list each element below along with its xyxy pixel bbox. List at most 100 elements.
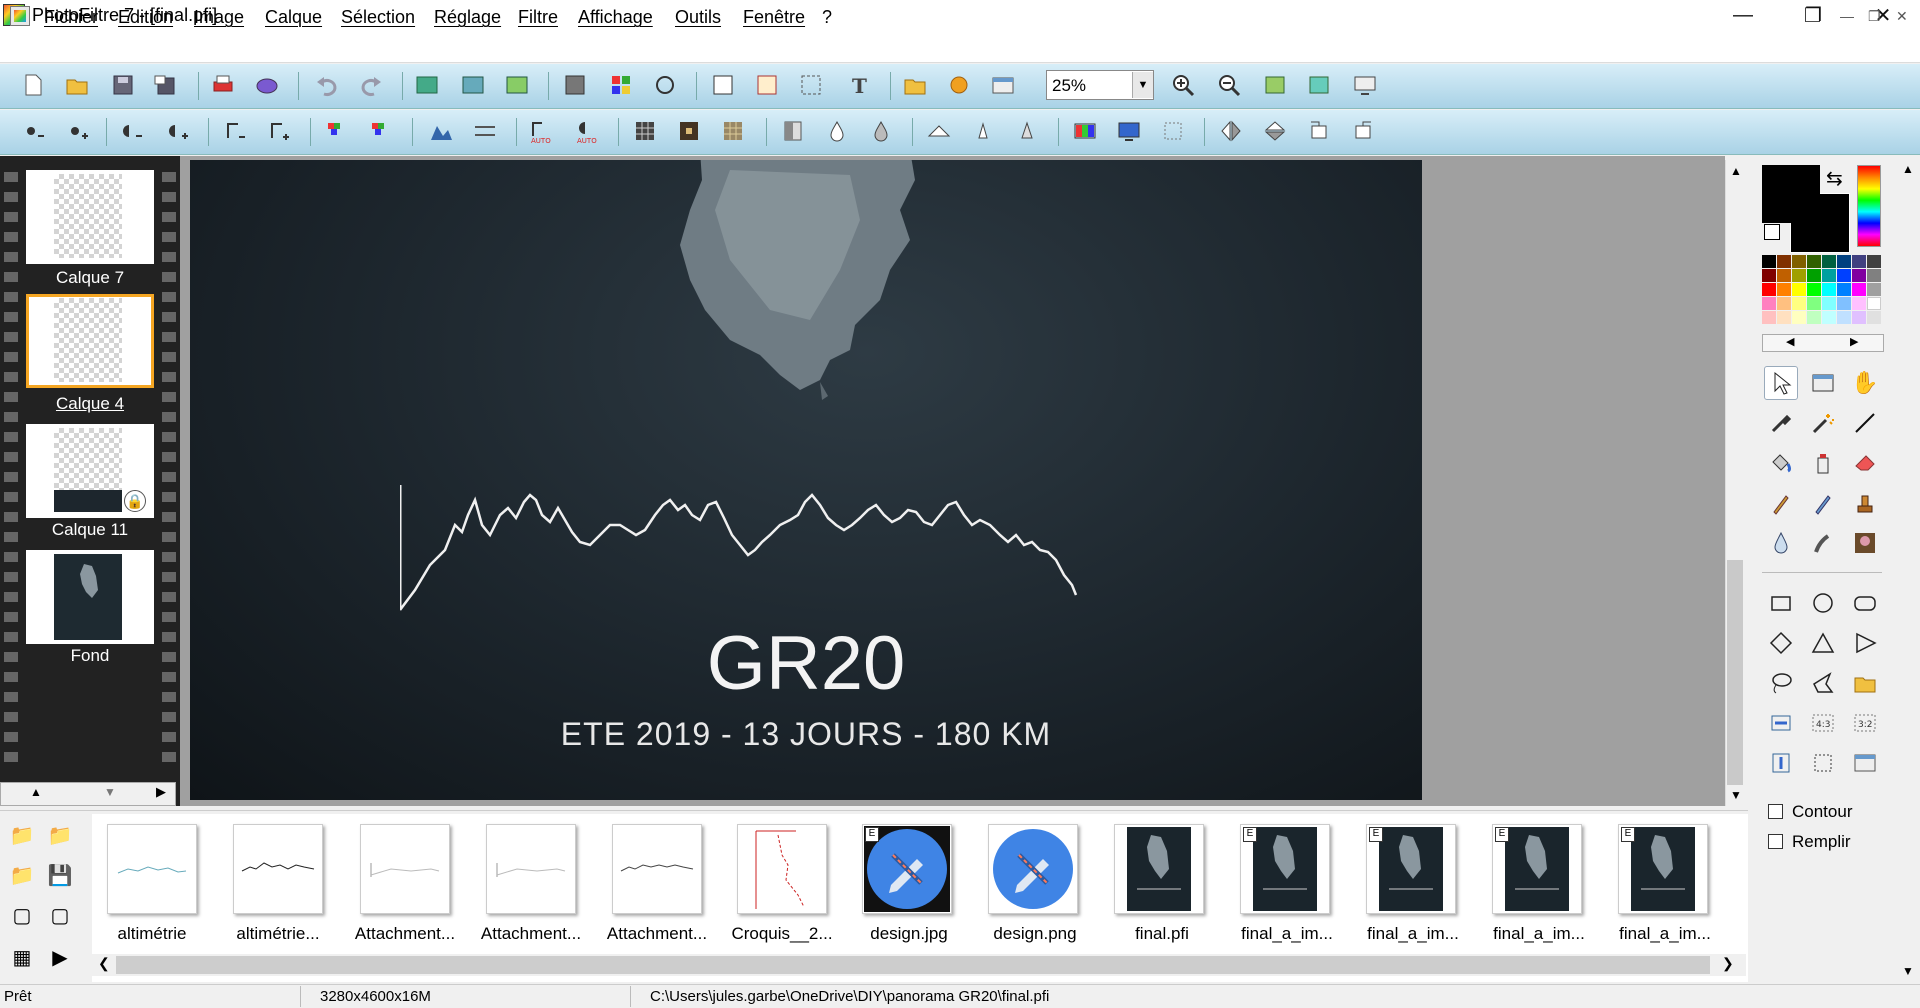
hand-tool-icon[interactable]: ✋ [1848, 366, 1882, 400]
clone-tool-icon[interactable] [1848, 526, 1882, 560]
open-selection-icon[interactable]: 📁 [8, 862, 36, 888]
eyedropper-tool-icon[interactable] [1764, 406, 1798, 440]
window-icon[interactable] [990, 72, 1016, 98]
lasso-icon[interactable] [1764, 666, 1798, 700]
mosaic-icon[interactable] [720, 118, 746, 144]
triangle-shape-icon[interactable] [1806, 626, 1840, 660]
fill-tool-icon[interactable] [1764, 446, 1798, 480]
pointer-tool-icon[interactable] [1764, 366, 1798, 400]
menu-reglage[interactable]: Réglage [434, 7, 501, 28]
color-balance-icon[interactable] [1072, 118, 1098, 144]
sharpen-more-icon[interactable] [970, 118, 996, 144]
undo-icon[interactable] [314, 72, 340, 98]
scroll-down-icon[interactable]: ▼ [1730, 788, 1742, 802]
flip-vertical-icon[interactable] [1262, 118, 1288, 144]
slideshow-icon[interactable]: ▦ [8, 944, 36, 970]
rectangle-shape-icon[interactable] [1764, 586, 1798, 620]
frame-tool-icon[interactable] [1848, 746, 1882, 780]
menu-calque[interactable]: Calque [265, 7, 322, 28]
layer-thumb-fond[interactable] [26, 550, 154, 644]
restore-icon[interactable]: ❐ [1784, 0, 1842, 30]
menu-outils[interactable]: Outils [675, 7, 721, 28]
fit-window-icon[interactable] [1306, 72, 1332, 98]
file-thumb[interactable] [360, 824, 450, 914]
file-thumb[interactable] [988, 824, 1078, 914]
print-icon[interactable] [210, 72, 236, 98]
layers-scrollbar[interactable] [0, 782, 176, 806]
zoom-dropdown-arrow-icon[interactable]: ▼ [1132, 72, 1153, 98]
actual-size-icon[interactable] [1262, 72, 1288, 98]
scroll-down-icon[interactable]: ▼ [1902, 964, 1914, 978]
sharpen-icon[interactable] [926, 118, 952, 144]
levels-icon[interactable] [428, 118, 454, 144]
duplicate-image-icon[interactable] [414, 72, 440, 98]
image-canvas[interactable]: GR20 ETE 2019 - 13 JOURS - 180 KM [190, 160, 1422, 800]
ellipse-shape-icon[interactable] [1806, 586, 1840, 620]
workspace-scroll-thumb[interactable] [1727, 560, 1743, 785]
ratio-4-3-icon[interactable]: 4:3 [1806, 706, 1840, 740]
smudge-tool-icon[interactable] [1806, 526, 1840, 560]
menu-selection[interactable]: Sélection [341, 7, 415, 28]
mdi-minimize-icon[interactable]: — [1840, 8, 1854, 24]
blur-drop-icon[interactable] [824, 118, 850, 144]
file-thumb[interactable]: E [862, 824, 952, 914]
zoom-in-icon[interactable] [1170, 72, 1196, 98]
grid-filter-icon[interactable] [632, 118, 658, 144]
rotate-left-icon[interactable] [1306, 118, 1332, 144]
image-size-icon[interactable] [460, 72, 486, 98]
spray-tool-icon[interactable] [1806, 446, 1840, 480]
auto-contrast-icon[interactable]: AUTO [574, 118, 600, 145]
select-layer-icon[interactable] [710, 72, 736, 98]
rounded-rect-shape-icon[interactable] [1848, 586, 1882, 620]
brightness-minus-icon[interactable] [20, 118, 46, 144]
transform-icon[interactable] [1160, 118, 1186, 144]
redo-icon[interactable] [358, 72, 384, 98]
select-all-icon[interactable]: ▢ [8, 902, 36, 928]
selection-tool-icon[interactable] [1806, 366, 1840, 400]
scroll-up-icon[interactable]: ▲ [30, 785, 42, 799]
palette-prev-icon[interactable]: ◀ [1786, 335, 1794, 348]
selection-width-icon[interactable] [1764, 706, 1798, 740]
save-as-icon[interactable] [152, 72, 178, 98]
menu-image[interactable]: Image [194, 7, 244, 28]
default-colors-icon[interactable] [1764, 224, 1780, 240]
mdi-close-icon[interactable]: ✕ [1896, 8, 1908, 25]
tools-scrollbar[interactable] [1898, 160, 1918, 986]
swap-colors-icon[interactable]: ⇆ [1826, 166, 1843, 191]
zoom-out-icon[interactable] [1216, 72, 1242, 98]
plugin-icon[interactable] [946, 72, 972, 98]
thumbnails-scroll-thumb[interactable] [116, 956, 1710, 974]
brush-tool-icon[interactable] [1764, 486, 1798, 520]
pixelate-icon[interactable] [676, 118, 702, 144]
file-thumb[interactable] [612, 824, 702, 914]
more-arrow-icon[interactable]: ▶ [46, 944, 74, 970]
selection-height-icon[interactable] [1764, 746, 1798, 780]
stamp-tool-icon[interactable] [1848, 486, 1882, 520]
grayscale-icon[interactable] [780, 118, 806, 144]
crop-tool-icon[interactable] [1806, 746, 1840, 780]
scroll-down-icon[interactable]: ▼ [104, 785, 116, 799]
menu-fenetre[interactable]: Fenêtre [743, 7, 805, 28]
layer-options-icon[interactable] [754, 72, 780, 98]
scroll-right-icon[interactable]: ▶ [156, 784, 166, 800]
brightness-plus-icon[interactable] [64, 118, 90, 144]
save-selection-icon[interactable]: 💾 [46, 862, 74, 888]
file-thumb[interactable] [233, 824, 323, 914]
file-thumb[interactable]: E [1366, 824, 1456, 914]
open-folder-icon[interactable] [64, 72, 90, 98]
automation-icon[interactable] [652, 72, 678, 98]
canvas-size-icon[interactable] [504, 72, 530, 98]
scroll-up-icon[interactable]: ▲ [1730, 164, 1742, 178]
foreground-color-swatch[interactable] [1762, 165, 1820, 223]
menu-edition[interactable]: Edition [118, 7, 173, 28]
save-icon[interactable] [110, 72, 136, 98]
crop-selection-icon[interactable] [798, 72, 824, 98]
saturation-minus-icon[interactable] [324, 118, 350, 144]
saturation-plus-icon[interactable] [368, 118, 394, 144]
contour-checkbox[interactable] [1768, 804, 1783, 819]
color-spectrum[interactable] [1857, 165, 1881, 247]
blur-tool-icon[interactable] [1764, 526, 1798, 560]
menu-help[interactable]: ? [822, 7, 832, 28]
sharpen-max-icon[interactable] [1014, 118, 1040, 144]
layer-thumb-calque-7[interactable] [26, 170, 154, 264]
